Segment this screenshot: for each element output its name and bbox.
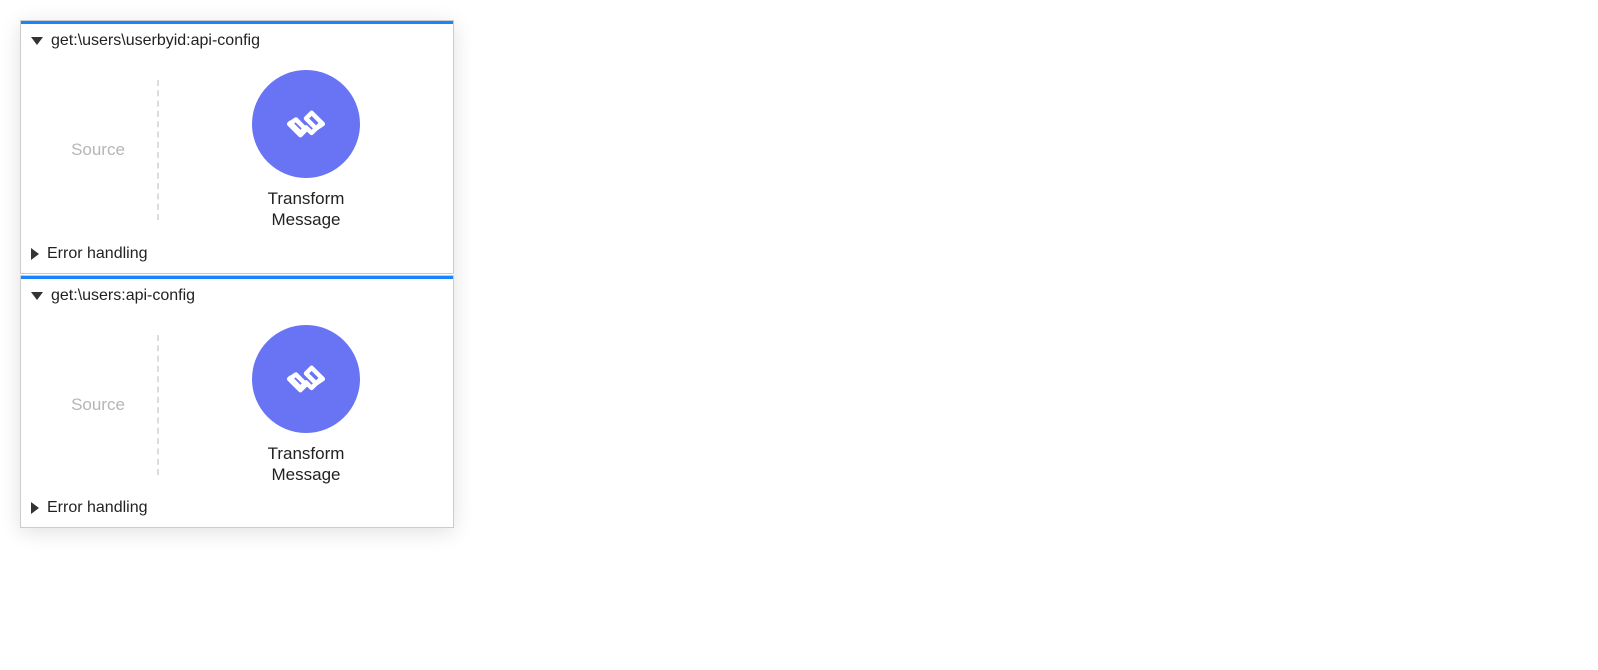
node-label: Transform Message	[268, 443, 345, 486]
node-label-line: Message	[268, 464, 345, 485]
error-handling-label: Error handling	[47, 245, 148, 263]
flow-header[interactable]: get:\users:api-config	[21, 276, 453, 313]
transform-message-icon	[278, 351, 334, 407]
source-label: Source	[71, 140, 125, 159]
flow-panel: get:\users\userbyid:api-config Source Tr…	[20, 20, 454, 274]
flow-body: Source Transform Message	[21, 58, 453, 239]
flow-node-area: Transform Message	[177, 325, 435, 486]
chevron-right-icon	[31, 248, 39, 260]
flow-body: Source Transform Message	[21, 313, 453, 494]
chevron-right-icon	[31, 502, 39, 514]
source-label: Source	[71, 395, 125, 414]
flow-panel: get:\users:api-config Source Transform M…	[20, 275, 454, 529]
source-drop-area[interactable]: Source	[39, 140, 157, 160]
flow-title: get:\users\userbyid:api-config	[51, 32, 260, 50]
transform-message-icon	[278, 96, 334, 152]
divider	[157, 80, 159, 220]
chevron-down-icon	[31, 37, 43, 45]
source-drop-area[interactable]: Source	[39, 395, 157, 415]
node-label: Transform Message	[268, 188, 345, 231]
node-label-line: Message	[268, 209, 345, 230]
chevron-down-icon	[31, 292, 43, 300]
transform-message-node[interactable]	[252, 325, 360, 433]
transform-message-node[interactable]	[252, 70, 360, 178]
flow-node-area: Transform Message	[177, 70, 435, 231]
node-label-line: Transform	[268, 443, 345, 464]
flow-canvas: get:\users\userbyid:api-config Source Tr…	[20, 20, 454, 528]
error-handling-header[interactable]: Error handling	[21, 493, 453, 527]
flow-title: get:\users:api-config	[51, 287, 195, 305]
error-handling-header[interactable]: Error handling	[21, 239, 453, 273]
error-handling-label: Error handling	[47, 499, 148, 517]
node-label-line: Transform	[268, 188, 345, 209]
flow-header[interactable]: get:\users\userbyid:api-config	[21, 21, 453, 58]
divider	[157, 335, 159, 475]
